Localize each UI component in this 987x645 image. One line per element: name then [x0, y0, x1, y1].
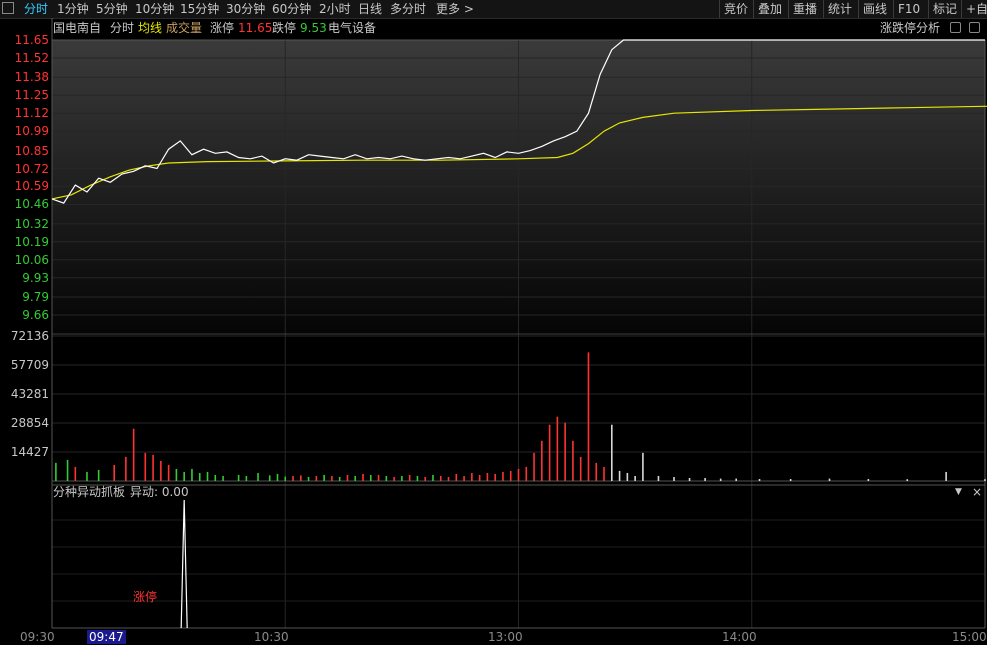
- time-label-1300: 13:00: [488, 630, 523, 644]
- time-label-1030: 10:30: [254, 630, 289, 644]
- chart-canvas: [51, 18, 987, 629]
- indicator-menu-icon[interactable]: ▼: [955, 483, 962, 501]
- close-icon[interactable]: ×: [972, 483, 982, 501]
- indicator-value: 异动: 0.00: [130, 485, 189, 499]
- time-label-0930: 09:30: [20, 630, 55, 644]
- indicator-title: 分种异动抓板: [53, 485, 126, 499]
- time-label-1500: 15:00: [952, 630, 987, 644]
- limit-up-event-label: 涨停: [133, 590, 158, 604]
- cursor-time-label: 09:47: [87, 630, 126, 644]
- time-label-1400: 14:00: [722, 630, 757, 644]
- indicator-spike: [180, 499, 188, 629]
